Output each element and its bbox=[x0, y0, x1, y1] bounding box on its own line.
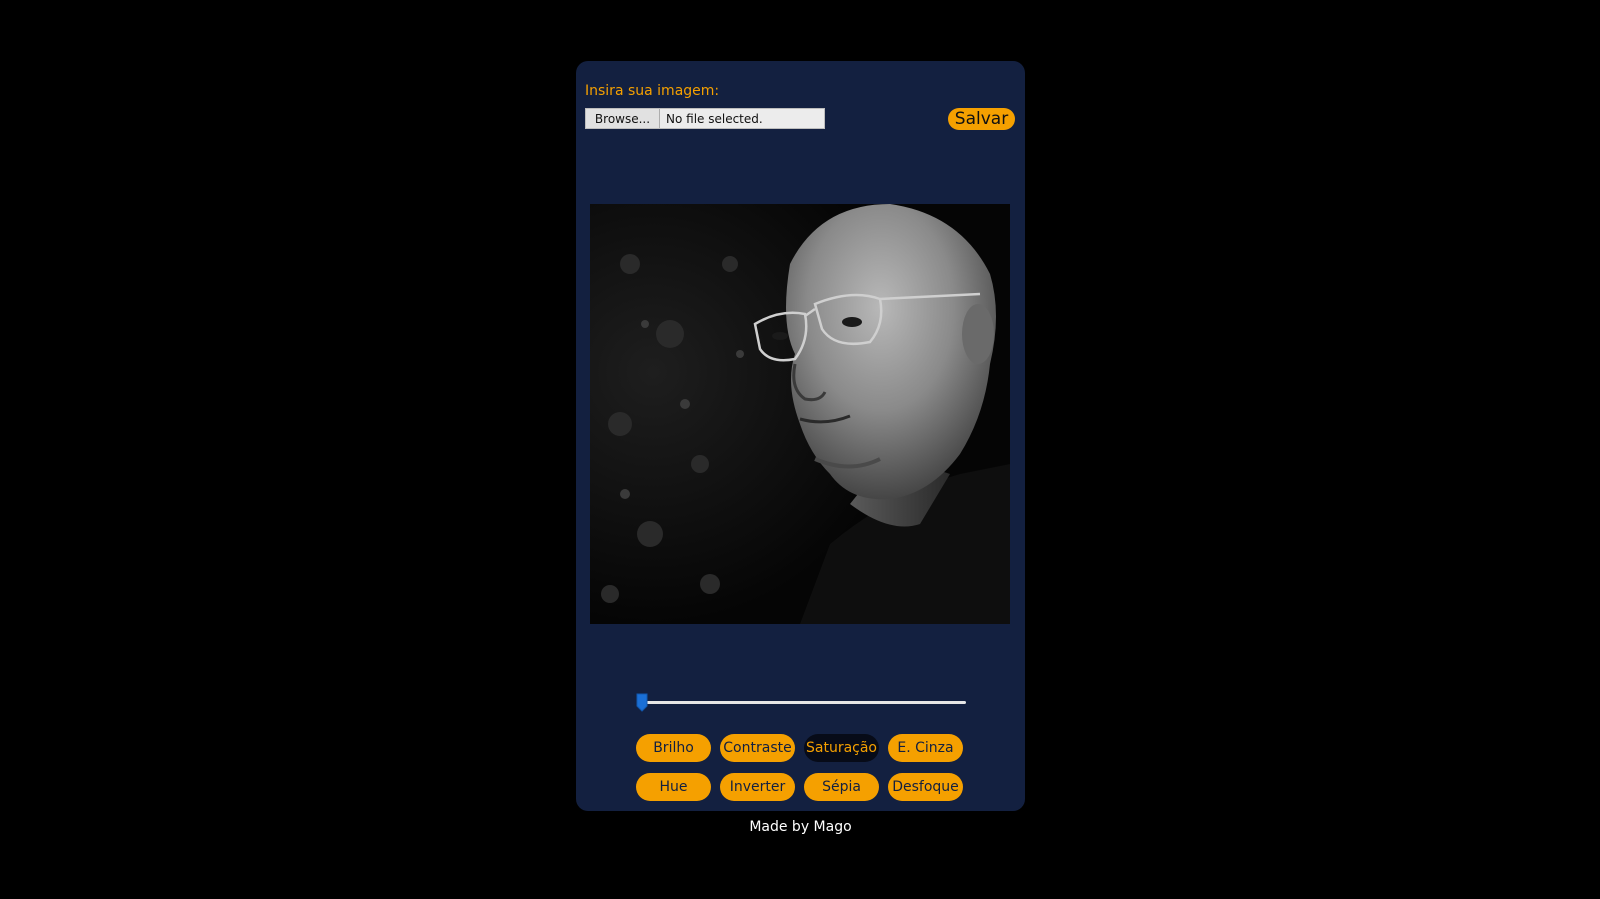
filter-button-hue[interactable]: Hue bbox=[636, 773, 711, 801]
editor-panel: Insira sua imagem: Browse... No file sel… bbox=[576, 61, 1025, 811]
portrait-photo bbox=[590, 204, 1010, 624]
filter-buttons: Brilho Contraste Saturação E. Cinza Hue … bbox=[636, 734, 966, 801]
filter-slider[interactable] bbox=[636, 693, 966, 713]
upload-label: Insira sua imagem: bbox=[585, 83, 720, 99]
file-status: No file selected. bbox=[666, 111, 763, 126]
filter-button-saturacao[interactable]: Saturação bbox=[804, 734, 879, 762]
filter-button-e-cinza[interactable]: E. Cinza bbox=[888, 734, 963, 762]
save-button[interactable]: Salvar bbox=[948, 108, 1015, 130]
filter-button-inverter[interactable]: Inverter bbox=[720, 773, 795, 801]
file-input[interactable]: Browse... No file selected. bbox=[585, 108, 825, 129]
filter-button-brilho[interactable]: Brilho bbox=[636, 734, 711, 762]
preview-image bbox=[590, 204, 1010, 624]
footer-credit: Made by Mago bbox=[749, 819, 852, 835]
browse-button[interactable]: Browse... bbox=[586, 109, 660, 128]
filter-button-sepia[interactable]: Sépia bbox=[804, 773, 879, 801]
filter-button-desfoque[interactable]: Desfoque bbox=[888, 773, 963, 801]
slider-track[interactable] bbox=[642, 701, 966, 704]
filter-button-contraste[interactable]: Contraste bbox=[720, 734, 795, 762]
slider-thumb[interactable] bbox=[636, 693, 648, 712]
